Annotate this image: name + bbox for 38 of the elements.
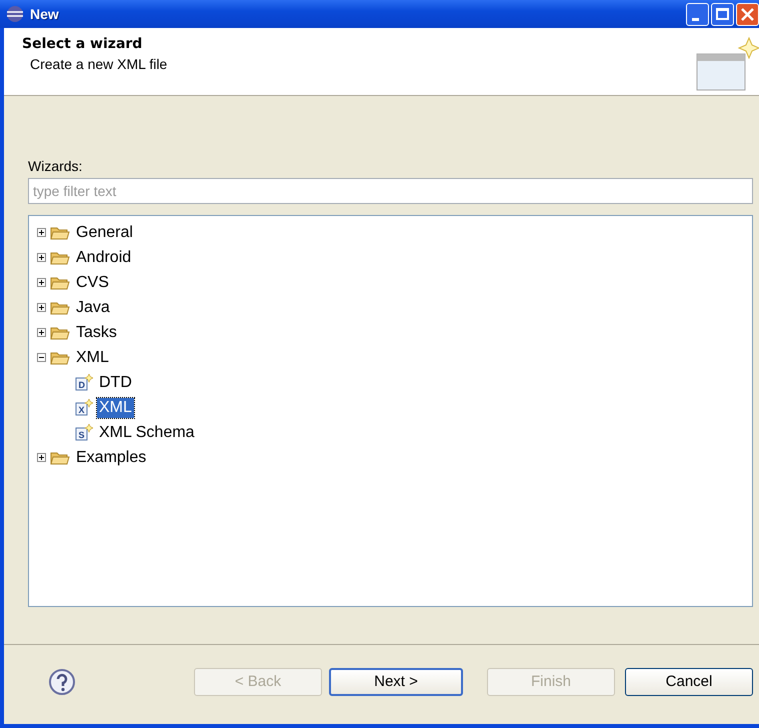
- expand-icon[interactable]: [37, 253, 46, 262]
- tree-item[interactable]: DTD: [97, 372, 134, 392]
- dialog-button[interactable]: Cancel: [625, 668, 753, 696]
- page-title: Select a wizard: [22, 36, 144, 52]
- expand-icon[interactable]: [37, 303, 46, 312]
- tree-item[interactable]: CVS: [74, 272, 111, 292]
- folder-icon: [50, 350, 70, 366]
- tree-item[interactable]: Android: [74, 248, 134, 268]
- expand-icon[interactable]: [37, 453, 46, 462]
- dialog-button[interactable]: Next >: [329, 668, 463, 696]
- tree-item[interactable]: General: [74, 222, 135, 242]
- folder-icon: [50, 224, 70, 240]
- folder-icon: [50, 300, 70, 316]
- tree-item[interactable]: Java: [74, 298, 112, 318]
- globe-icon: [6, 5, 24, 23]
- close-button[interactable]: [736, 2, 759, 26]
- tree-item[interactable]: XML: [97, 398, 134, 418]
- tree-item[interactable]: XML: [74, 348, 111, 368]
- window-sparkle-icon: [695, 36, 759, 92]
- minimize-button[interactable]: [686, 2, 709, 26]
- expand-icon[interactable]: [37, 228, 46, 237]
- filter-field[interactable]: type filter text: [28, 178, 753, 204]
- maximize-button[interactable]: [711, 2, 734, 26]
- page-description: Create a new XML file: [30, 56, 168, 72]
- tree-item[interactable]: Tasks: [74, 322, 119, 342]
- tree-item[interactable]: Examples: [74, 448, 148, 468]
- folder-icon: [50, 450, 70, 466]
- wizards-label: Wizards:: [28, 158, 82, 174]
- expand-icon[interactable]: [37, 278, 46, 287]
- window-title: New: [30, 6, 59, 22]
- folder-icon: [50, 274, 70, 290]
- expand-icon[interactable]: [37, 328, 46, 337]
- minimize-icon: [692, 18, 699, 20]
- folder-icon: [50, 324, 70, 340]
- help-icon[interactable]: [48, 668, 76, 696]
- tree-item[interactable]: XML Schema: [97, 422, 196, 442]
- folder-icon: [50, 250, 70, 266]
- collapse-icon[interactable]: [37, 353, 46, 362]
